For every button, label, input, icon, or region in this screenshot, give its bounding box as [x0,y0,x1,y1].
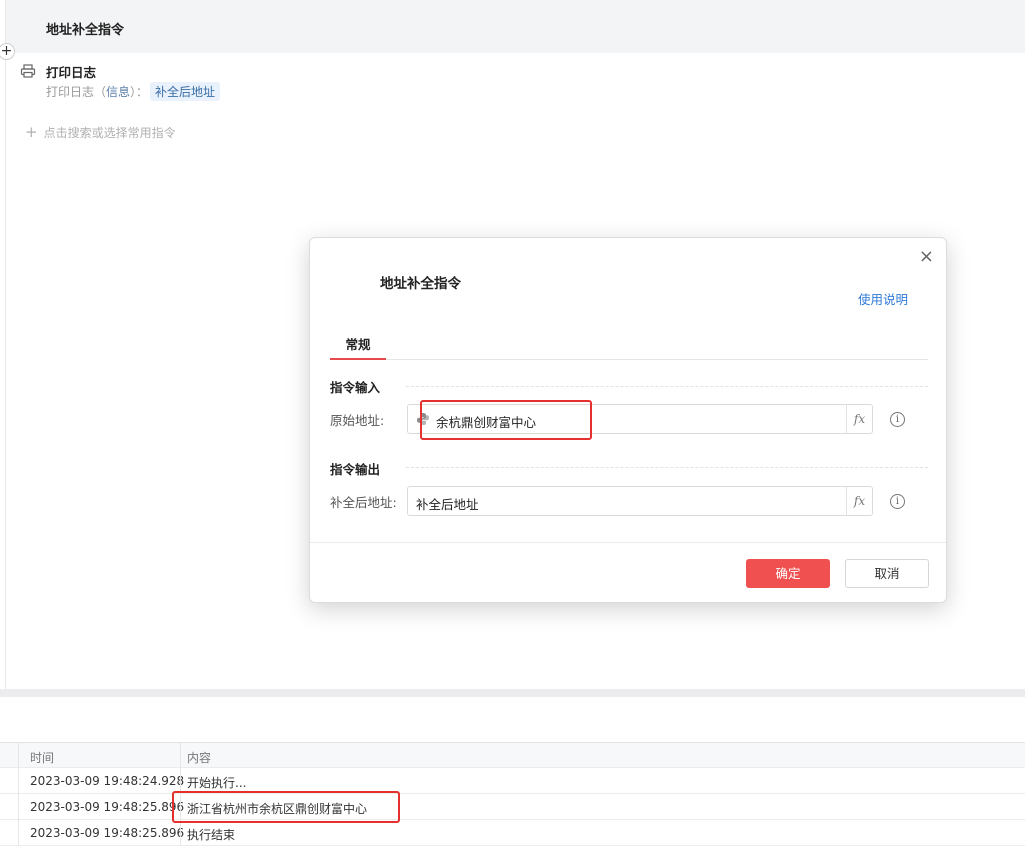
left-rail [5,0,6,690]
command-dialog: × 地址补全指令 使用说明 常规 指令输入 原始地址: 余杭鼎创财富中心 fx … [309,237,947,603]
fx-icon[interactable]: fx [846,405,872,433]
tab-bar: 常规 [330,328,928,360]
variable-pill: 补全后地址 [150,82,221,101]
completed-address-label: 补全后地址: [330,495,397,510]
log-table: 时间 内容 2023-03-09 19:48:24.928 开始执行... 20… [0,742,1025,846]
command-title: 打印日志 [46,65,97,80]
highlight-box-input [420,400,592,440]
help-link[interactable]: 使用说明 [858,289,908,308]
column-time: 时间 [30,751,55,765]
fx-icon[interactable]: fx [846,487,872,515]
plus-icon: + [25,123,38,141]
info-icon[interactable]: i [890,412,905,427]
cancel-button[interactable]: 取消 [845,559,929,588]
section-output-title: 指令输出 [330,462,381,477]
column-content: 内容 [187,751,212,765]
log-time: 2023-03-09 19:48:24.928 [30,774,185,788]
add-step-button[interactable]: + [0,43,15,60]
command-desc-suffix: ）： [130,85,149,99]
log-table-header: 时间 内容 [0,742,1025,769]
editor-title: 地址补全指令 [46,23,125,38]
confirm-button[interactable]: 确定 [746,559,830,588]
add-command-label: 点击搜索或选择常用指令 [43,126,176,140]
command-desc-prefix: 打印日志（ [46,85,107,99]
table-row[interactable]: 2023-03-09 19:48:25.896 浙江省杭州市余杭区鼎创财富中心 [0,794,1025,820]
log-time: 2023-03-09 19:48:25.896 [30,800,185,814]
tab-general[interactable]: 常规 [330,328,386,360]
section-input-title: 指令输入 [330,380,381,395]
completed-address-value: 补全后地址 [416,497,479,512]
dialog-title: 地址补全指令 [380,276,461,292]
close-icon[interactable]: × [919,248,934,266]
command-description: 打印日志（信息）： 补全后地址 [46,82,221,101]
info-icon[interactable]: i [890,494,905,509]
section-divider [406,386,928,387]
table-row[interactable]: 2023-03-09 19:48:25.896 执行结束 [0,820,1025,846]
add-command-prompt[interactable]: + 点击搜索或选择常用指令 [25,123,176,141]
editor-header [6,0,1025,53]
log-content: 执行结束 [187,828,236,842]
command-desc-level: 信息 [106,85,131,99]
source-address-label: 原始地址: [330,413,385,428]
page: 地址补全指令 + 打印日志 打印日志（信息）： 补全后地址 + 点击搜索或选择常用指… [0,0,1025,861]
panel-divider[interactable] [0,689,1025,697]
log-time: 2023-03-09 19:48:25.896 [30,826,185,840]
dialog-footer-divider [310,542,946,543]
completed-address-input[interactable]: 补全后地址 fx [407,486,873,516]
printer-icon [20,64,36,78]
section-divider [406,467,928,468]
highlight-box-log [172,791,400,823]
table-row[interactable]: 2023-03-09 19:48:24.928 开始执行... [0,768,1025,794]
log-content: 开始执行... [187,776,247,790]
